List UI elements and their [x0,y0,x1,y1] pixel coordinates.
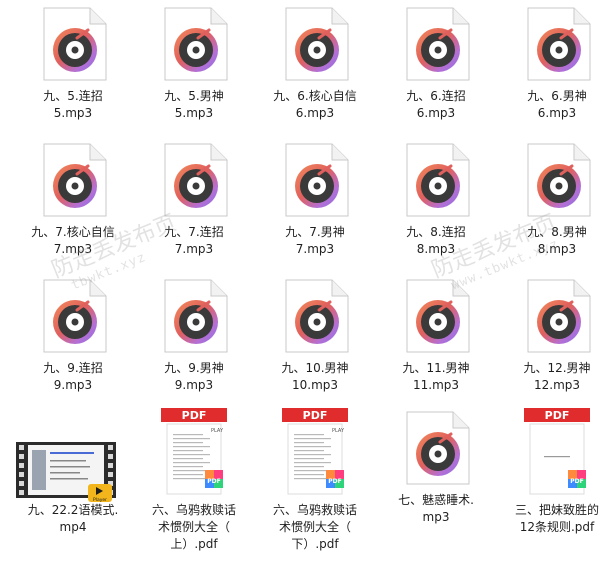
audio-file-item[interactable]: 九、6.男神 6.mp3 [498,0,600,132]
audio-file-item[interactable]: 九、7.男神 7.mp3 [256,136,374,268]
audio-file-icon [522,278,592,354]
file-name-label: 九、10.男神 10.mp3 [281,361,349,392]
audio-file-item[interactable]: 九、7.连招 7.mp3 [135,136,253,268]
audio-file-item[interactable]: 九、9.男神 9.mp3 [135,272,253,404]
file-name-label: 九、5.男神 5.mp3 [164,89,224,120]
audio-file-item[interactable]: 九、8.连招 8.mp3 [377,136,495,268]
audio-file-icon [38,142,108,218]
file-name-label: 九、8.连招 8.mp3 [406,225,466,256]
audio-file-icon [38,6,108,82]
audio-file-icon [401,142,471,218]
pdf-file-item[interactable]: PDF PLAY PDF 六、乌鸦救赎话 术惯例大全（ 下）.pdf [256,404,374,551]
audio-file-item[interactable]: 九、11.男神 11.mp3 [377,272,495,404]
audio-file-icon [280,6,350,82]
file-grid: 九、5.连招 5.mp3 九、5.男神 5.mp3 九、6.核心自信 6.mp3 九、… [0,0,600,561]
file-name-label: 九、6.男神 6.mp3 [527,89,587,120]
file-name-label: 三、把妹致胜的 12条规则.pdf [514,503,599,534]
file-name-label: 九、9.男神 9.mp3 [164,361,224,392]
file-name-label: 六、乌鸦救赎话 术惯例大全（ 下）.pdf [272,503,357,551]
video-file-item[interactable]: Player 九、22.2语模式. mp4 [14,404,132,536]
file-name-label: 九、7.男神 7.mp3 [285,225,345,256]
svg-text:PLAY: PLAY [332,428,345,434]
audio-file-icon [159,142,229,218]
pdf-file-icon: PDF PLAY PDF [159,408,229,495]
svg-text:PDF: PDF [570,478,583,485]
audio-file-item[interactable]: 九、6.连招 6.mp3 [377,0,495,132]
file-name-label: 九、7.核心自信 7.mp3 [31,225,115,256]
audio-file-icon [522,6,592,82]
svg-text:PDF: PDF [303,409,328,422]
file-name-label: 六、乌鸦救赎话 术惯例大全（ 上）.pdf [151,503,236,551]
audio-file-icon [38,278,108,354]
file-name-label: 九、5.连招 5.mp3 [43,89,103,120]
svg-text:PLAY: PLAY [211,428,224,434]
file-name-label: 七、魅惑睡术. mp3 [398,493,474,524]
audio-file-item[interactable]: 九、9.连招 9.mp3 [14,272,132,404]
file-name-label: 九、8.男神 8.mp3 [527,225,587,256]
audio-file-item[interactable]: 九、10.男神 10.mp3 [256,272,374,404]
audio-file-item[interactable]: 九、5.连招 5.mp3 [14,0,132,132]
audio-file-icon [401,278,471,354]
audio-file-item[interactable]: 九、12.男神 12.mp3 [498,272,600,404]
audio-file-icon [159,6,229,82]
file-name-label: 九、7.连招 7.mp3 [164,225,224,256]
file-name-label: 九、22.2语模式. mp4 [27,503,119,534]
file-name-label: 九、6.连招 6.mp3 [406,89,466,120]
svg-text:PDF: PDF [182,409,207,422]
audio-file-item[interactable]: 九、7.核心自信 7.mp3 [14,136,132,268]
audio-file-icon [280,142,350,218]
svg-text:PDF: PDF [207,478,220,485]
audio-file-icon [401,6,471,82]
file-name-label: 九、9.连招 9.mp3 [43,361,103,392]
audio-file-icon [159,278,229,354]
audio-file-icon [401,410,471,486]
svg-text:PDF: PDF [328,478,341,485]
audio-file-item[interactable]: 九、5.男神 5.mp3 [135,0,253,132]
file-name-label: 九、6.核心自信 6.mp3 [273,89,357,120]
file-name-label: 九、11.男神 11.mp3 [402,361,470,392]
pdf-file-item[interactable]: PDF PLAY PDF 六、乌鸦救赎话 术惯例大全（ 上）.pdf [135,404,253,551]
svg-text:PDF: PDF [545,409,570,422]
pdf-file-icon: PDF PDF [522,408,592,495]
audio-file-item[interactable]: 九、8.男神 8.mp3 [498,136,600,268]
audio-file-icon [280,278,350,354]
audio-file-item[interactable]: 七、魅惑睡术. mp3 [377,404,495,536]
file-name-label: 九、12.男神 12.mp3 [523,361,591,392]
pdf-file-item[interactable]: PDF PDF 三、把妹致胜的 12条规则.pdf [498,404,600,536]
pdf-file-icon: PDF PLAY PDF [280,408,350,495]
audio-file-item[interactable]: 九、6.核心自信 6.mp3 [256,0,374,132]
audio-file-icon [522,142,592,218]
